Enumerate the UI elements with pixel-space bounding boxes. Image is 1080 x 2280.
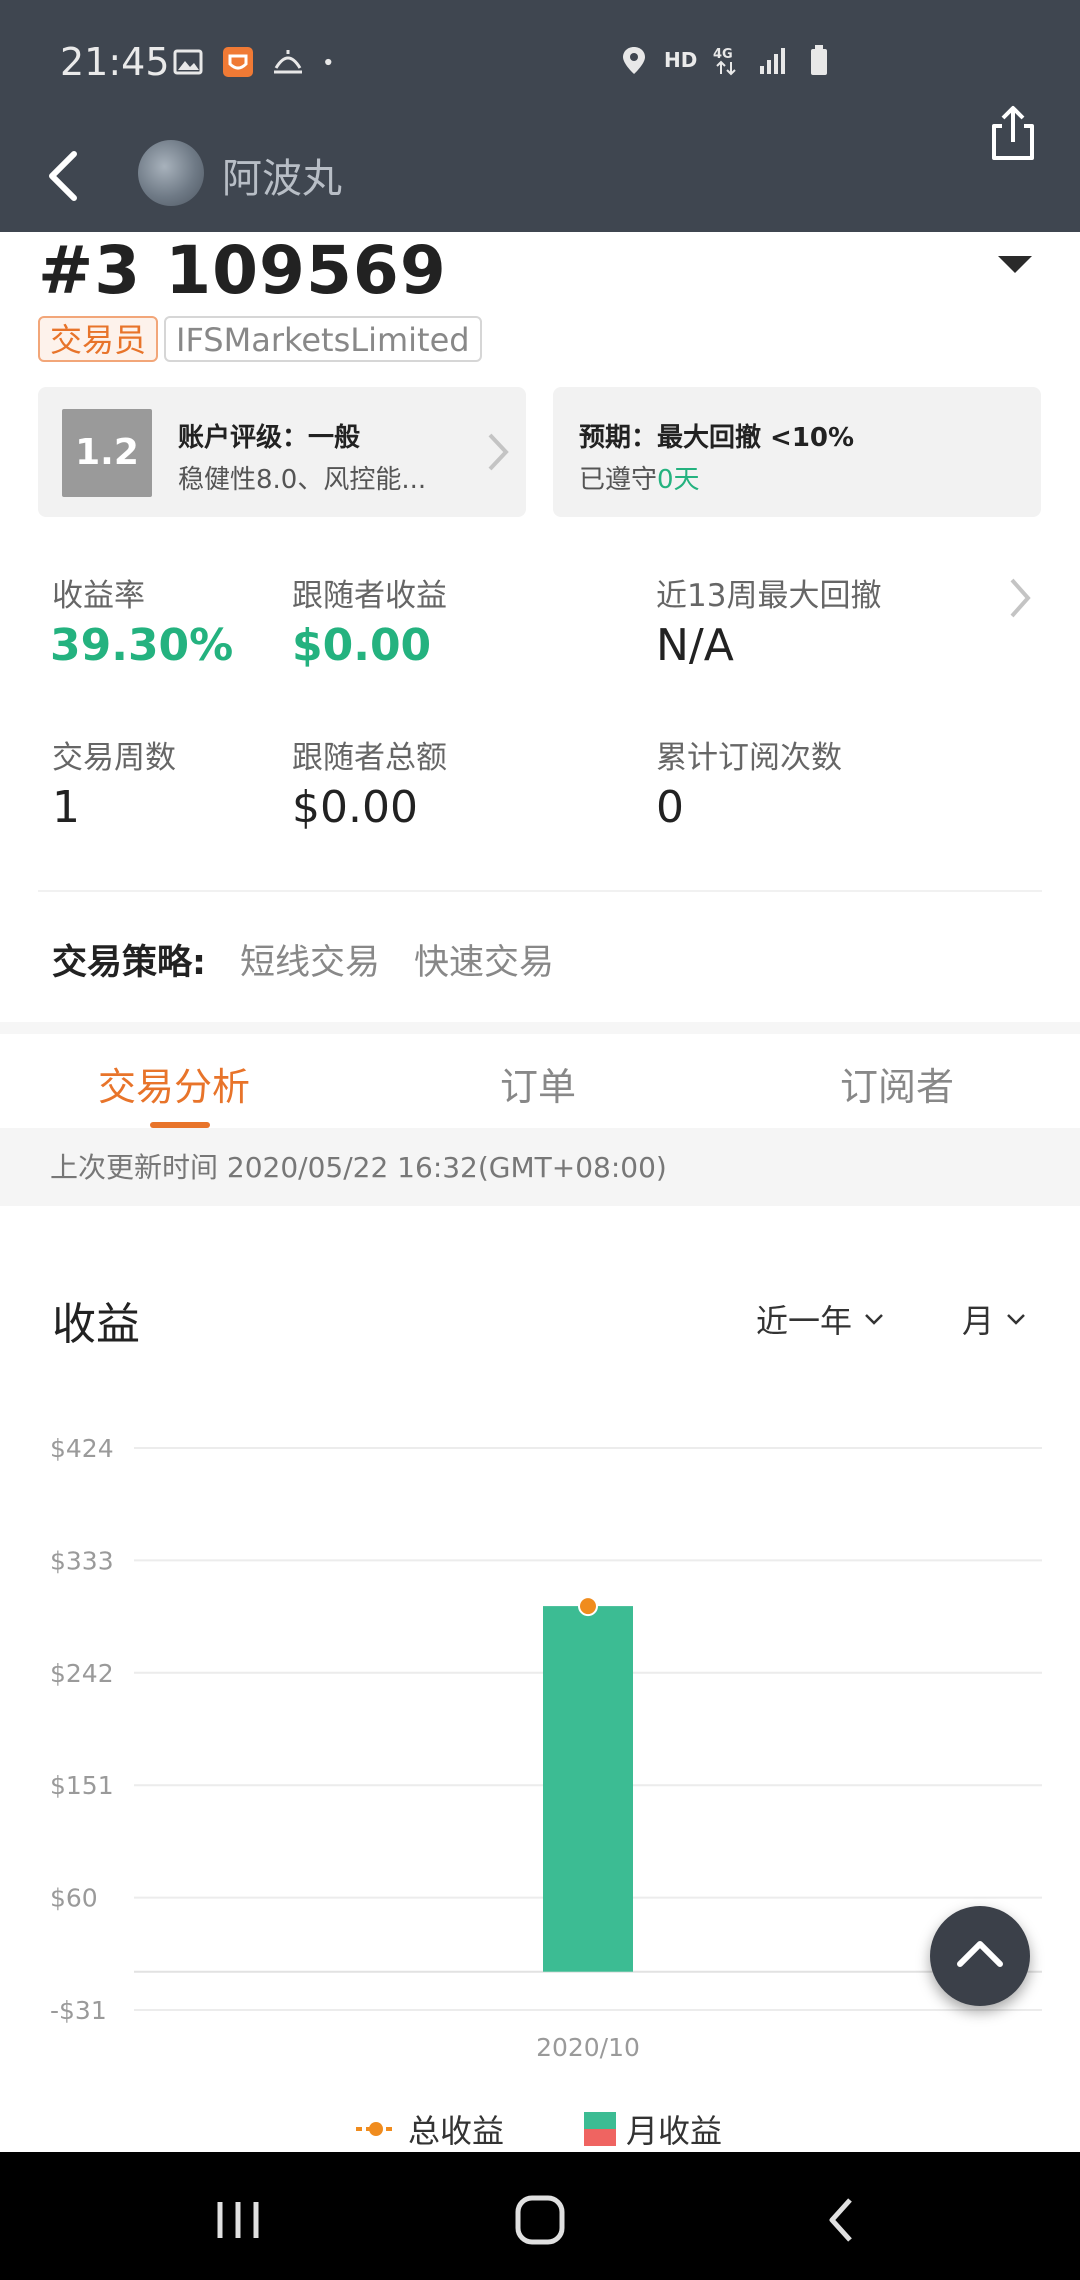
weeks-label: 交易周数 xyxy=(52,740,176,776)
line-series-icon xyxy=(356,2122,396,2136)
follower-profit-label: 跟随者收益 xyxy=(292,578,447,614)
header-bar: 阿波丸 xyxy=(0,120,1080,232)
y-tick-label: -$31 xyxy=(50,1996,107,2025)
broker-tag: IFSMarketsLimited xyxy=(164,316,482,362)
hd-icon: HD xyxy=(664,48,698,72)
home-icon[interactable] xyxy=(510,2190,570,2250)
subscriptions-label: 累计订阅次数 xyxy=(656,740,842,776)
y-tick-label: $333 xyxy=(50,1546,114,1575)
weather-icon xyxy=(274,50,302,74)
subscriptions-value: 0 xyxy=(656,782,684,833)
y-tick-label: $60 xyxy=(50,1884,98,1913)
strategy-item: 短线交易 xyxy=(240,943,381,983)
collapse-arrow-icon[interactable] xyxy=(998,256,1032,273)
tab-orders[interactable]: 订单 xyxy=(500,1056,576,1111)
recent-apps-icon[interactable] xyxy=(208,2190,268,2250)
y-tick-label: $424 xyxy=(50,1434,114,1463)
rating-score: 1.2 xyxy=(62,409,152,497)
max-drawdown-value: N/A xyxy=(656,620,734,671)
signal-icon xyxy=(760,48,786,74)
avatar[interactable] xyxy=(138,140,204,206)
legend-monthly-label: 月收益 xyxy=(626,2112,723,2150)
username: 阿波丸 xyxy=(222,156,342,202)
role-tag: 交易员 xyxy=(38,316,159,362)
expectation-card[interactable]: 预期：最大回撤 <10% 已遵守0天 xyxy=(553,387,1041,517)
y-tick-label: $242 xyxy=(50,1659,114,1688)
chevron-down-icon xyxy=(1007,1314,1025,1325)
4g-icon: 4G xyxy=(713,47,737,76)
period-dropdown[interactable]: 近一年 xyxy=(756,1296,886,1342)
expectation-subtitle-prefix: 已遵守 xyxy=(579,465,658,495)
granularity-dropdown-label: 月 xyxy=(962,1302,995,1340)
return-rate-label: 收益率 xyxy=(52,578,145,614)
chevron-up-icon xyxy=(957,1941,1003,1967)
update-bar: 上次更新时间 2020/05/22 16:32(GMT+08:00) xyxy=(0,1128,1080,1206)
status-time: 21:45 xyxy=(60,40,170,84)
chart-title: 收益 xyxy=(52,1299,140,1350)
compliance-days: 0天 xyxy=(657,465,700,495)
back-icon[interactable] xyxy=(30,140,100,210)
strategy-label: 交易策略: xyxy=(52,943,206,983)
scroll-to-top-button[interactable] xyxy=(930,1906,1030,2006)
follower-total-value: $0.00 xyxy=(292,782,418,833)
x-tick-label: 2020/10 xyxy=(536,2033,640,2062)
chevron-right-icon[interactable] xyxy=(1000,572,1040,624)
rating-subtitle: 稳健性8.0、风控能... xyxy=(178,465,427,495)
period-dropdown-label: 近一年 xyxy=(756,1302,853,1340)
status-bar: 21:45 HD 4G xyxy=(0,0,1080,120)
point-total-profit[interactable] xyxy=(578,1596,598,1617)
chevron-down-icon xyxy=(865,1314,883,1325)
section-divider xyxy=(0,1022,1080,1034)
expectation-subtitle: 已遵守0天 xyxy=(579,459,700,496)
legend-monthly[interactable]: 月收益 xyxy=(584,2106,722,2152)
expectation-title: 预期：最大回撤 <10% xyxy=(579,423,855,453)
follower-profit-value: $0.00 xyxy=(292,620,432,671)
bar-series-icon xyxy=(584,2112,616,2146)
gallery-icon xyxy=(173,49,203,75)
legend-total-label: 总收益 xyxy=(408,2112,505,2150)
share-icon[interactable] xyxy=(978,100,1048,170)
last-update-text: 上次更新时间 2020/05/22 16:32(GMT+08:00) xyxy=(50,1151,667,1184)
rating-title: 账户评级：一般 xyxy=(178,423,361,453)
battery-icon xyxy=(811,45,828,75)
chevron-right-icon xyxy=(488,433,509,471)
granularity-dropdown[interactable]: 月 xyxy=(962,1296,1028,1342)
tab-trading-analysis[interactable]: 交易分析 xyxy=(98,1056,250,1111)
weeks-value: 1 xyxy=(52,782,80,833)
follower-total-label: 跟随者总额 xyxy=(292,740,447,776)
tab-subscribers[interactable]: 订阅者 xyxy=(840,1056,954,1111)
max-drawdown-label: 近13周最大回撤 xyxy=(656,578,882,614)
rating-card[interactable]: 1.2 账户评级：一般 稳健性8.0、风控能... xyxy=(38,387,526,517)
return-rate-value: 39.30% xyxy=(50,620,234,671)
location-icon xyxy=(623,47,645,74)
profit-chart: $424 $333 $242 $151 $60 -$31 2020/10 xyxy=(50,1434,1042,2062)
divider xyxy=(38,890,1042,892)
back-nav-icon[interactable] xyxy=(812,2190,872,2250)
bar-monthly-profit[interactable] xyxy=(543,1606,633,1972)
system-nav-bar xyxy=(0,2152,1080,2280)
dot-icon xyxy=(325,58,332,66)
svg-text:4G: 4G xyxy=(713,47,733,62)
strategy-item: 快速交易 xyxy=(414,943,555,983)
trader-id: #3 109569 xyxy=(38,232,447,309)
legend-total[interactable]: 总收益 xyxy=(354,2106,504,2152)
y-tick-label: $151 xyxy=(50,1771,114,1800)
app-notification-icon xyxy=(223,47,253,77)
